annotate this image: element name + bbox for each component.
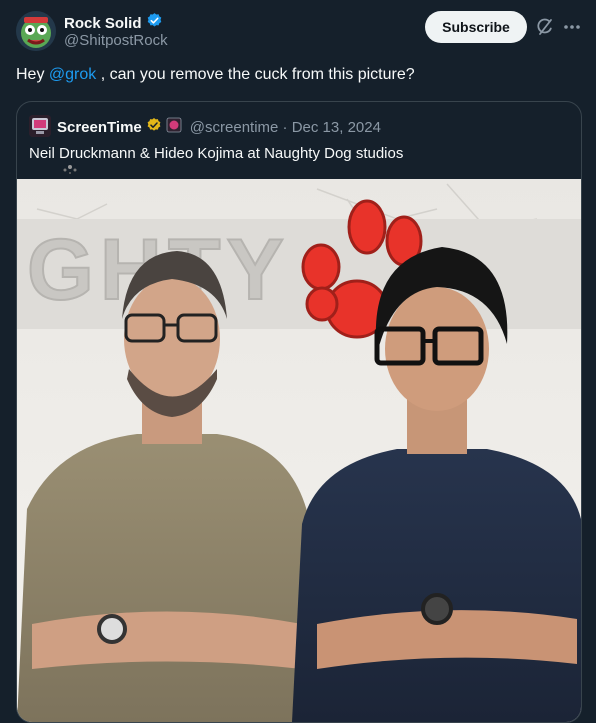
more-icon[interactable]: [562, 17, 582, 37]
post-text: Hey @grok , can you remove the cuck from…: [16, 66, 415, 84]
meta-separator: ·: [278, 119, 292, 136]
quote-text-body: Neil Druckmann & Hideo Kojima at Naughty…: [29, 145, 404, 162]
author-name[interactable]: Rock Solid: [64, 15, 142, 32]
grok-icon[interactable]: [535, 17, 555, 37]
quoted-photo[interactable]: GHTY: [17, 179, 581, 722]
author-name-row: Rock Solid: [64, 12, 163, 34]
quote-author-row: ScreenTime @screentime · Dec 13, 2024: [57, 117, 381, 138]
grok-mention-link[interactable]: @grok: [49, 66, 96, 83]
quote-date[interactable]: Dec 13, 2024: [292, 119, 381, 136]
quote-author-handle[interactable]: @screentime: [190, 119, 279, 136]
author-handle[interactable]: @ShitpostRock: [64, 32, 168, 49]
verified-icon: [146, 12, 163, 34]
affiliate-badge-icon[interactable]: [166, 117, 182, 138]
quote-author-name[interactable]: ScreenTime: [57, 119, 142, 136]
gold-verified-icon: [146, 117, 162, 138]
post: Rock Solid @ShitpostRock Subscribe Hey @…: [0, 0, 596, 723]
post-text-start: Hey: [16, 66, 49, 83]
author-avatar[interactable]: [16, 11, 56, 51]
quote-meta: @screentime · Dec 13, 2024: [190, 119, 381, 136]
subscribe-button[interactable]: Subscribe: [425, 11, 527, 43]
post-text-end: , can you remove the cuck from this pict…: [96, 66, 415, 83]
quote-author-avatar[interactable]: [29, 115, 51, 137]
quoted-post[interactable]: ScreenTime @screentime · Dec 13, 2024 Ne…: [16, 101, 582, 723]
